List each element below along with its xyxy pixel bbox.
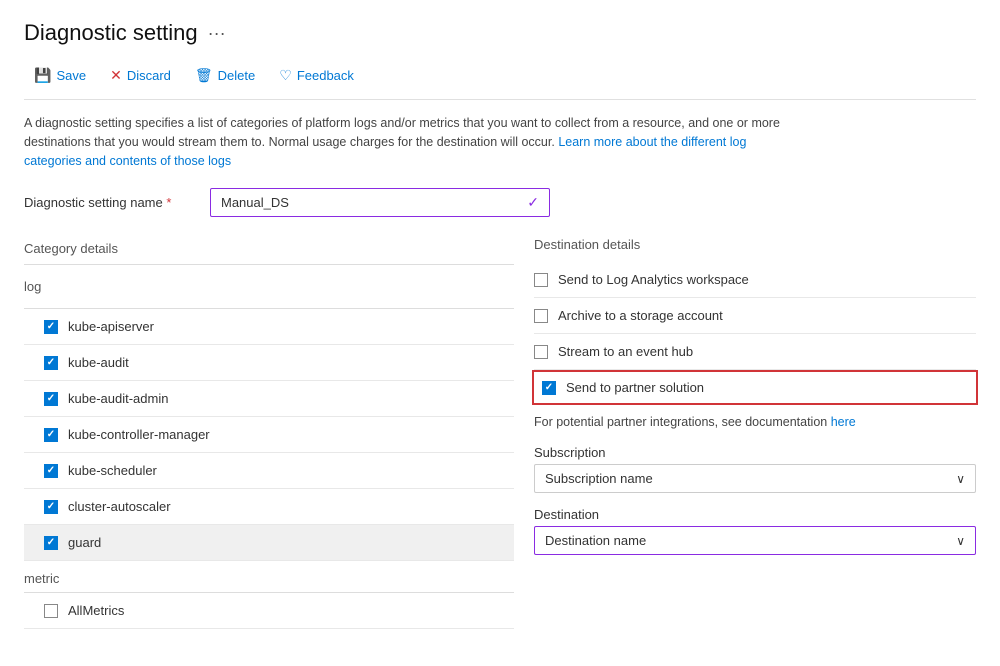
log-item-cluster-autoscaler[interactable]: cluster-autoscaler (24, 489, 514, 525)
checkbox-kube-controller-manager[interactable] (44, 428, 58, 442)
main-content: Category details log kube-apiserver kube… (24, 237, 976, 629)
subscription-label: Subscription (534, 445, 976, 460)
subscription-dropdown-arrow: ∨ (956, 472, 965, 486)
log-item-label: kube-audit-admin (68, 391, 168, 406)
metric-item-allmetrics[interactable]: AllMetrics (24, 593, 514, 629)
setting-name-value: Manual_DS (221, 195, 289, 210)
destination-dropdown[interactable]: Destination name ∨ (534, 526, 976, 555)
checkbox-log-analytics[interactable] (534, 273, 548, 287)
delete-icon: 🗑 (195, 67, 213, 84)
destination-label: Destination (534, 507, 976, 522)
log-item-kube-controller-manager[interactable]: kube-controller-manager (24, 417, 514, 453)
feedback-button[interactable]: ♡ Feedback (269, 62, 364, 89)
discard-label: Discard (127, 68, 171, 83)
destination-details-col: Destination details Send to Log Analytic… (514, 237, 976, 629)
metric-section: metric AllMetrics (24, 561, 514, 629)
destination-value: Destination name (545, 533, 646, 548)
log-item-label: kube-controller-manager (68, 427, 210, 442)
feedback-icon: ♡ (279, 67, 292, 84)
log-item-kube-audit-admin[interactable]: kube-audit-admin (24, 381, 514, 417)
page-title: Diagnostic setting (24, 20, 198, 46)
log-items-list: kube-apiserver kube-audit kube-audit-adm… (24, 309, 514, 561)
checkbox-cluster-autoscaler[interactable] (44, 500, 58, 514)
log-item-kube-audit[interactable]: kube-audit (24, 345, 514, 381)
destination-section-label: Destination details (534, 237, 976, 252)
checkbox-kube-audit-admin[interactable] (44, 392, 58, 406)
log-item-label: kube-audit (68, 355, 129, 370)
dest-item-label: Archive to a storage account (558, 308, 723, 323)
destination-dropdown-arrow: ∨ (956, 534, 965, 548)
setting-name-row: Diagnostic setting name * Manual_DS ✓ (24, 188, 976, 217)
checkbox-guard[interactable] (44, 536, 58, 550)
discard-icon: ✕ (110, 67, 122, 84)
check-icon: ✓ (527, 194, 539, 211)
dest-item-label: Stream to an event hub (558, 344, 693, 359)
dest-item-label: Send to Log Analytics workspace (558, 272, 749, 287)
dest-item-log-analytics[interactable]: Send to Log Analytics workspace (534, 262, 976, 298)
partner-doc-link[interactable]: here (831, 415, 856, 429)
dest-item-storage-account[interactable]: Archive to a storage account (534, 298, 976, 334)
toolbar: 💾 Save ✕ Discard 🗑 Delete ♡ Feedback (24, 62, 976, 100)
category-section-label: Category details (24, 241, 514, 256)
subscription-field: Subscription Subscription name ∨ (534, 445, 976, 493)
checkbox-allmetrics[interactable] (44, 604, 58, 618)
subscription-dropdown[interactable]: Subscription name ∨ (534, 464, 976, 493)
setting-name-label: Diagnostic setting name * (24, 195, 194, 210)
checkbox-kube-audit[interactable] (44, 356, 58, 370)
checkbox-event-hub[interactable] (534, 345, 548, 359)
delete-label: Delete (218, 68, 256, 83)
destination-field: Destination Destination name ∨ (534, 507, 976, 555)
log-item-kube-scheduler[interactable]: kube-scheduler (24, 453, 514, 489)
log-item-label: guard (68, 535, 101, 550)
category-details-col: Category details log kube-apiserver kube… (24, 237, 514, 629)
description-text: A diagnostic setting specifies a list of… (24, 114, 784, 170)
checkbox-storage-account[interactable] (534, 309, 548, 323)
log-item-kube-apiserver[interactable]: kube-apiserver (24, 309, 514, 345)
checkbox-kube-scheduler[interactable] (44, 464, 58, 478)
discard-button[interactable]: ✕ Discard (100, 62, 181, 89)
dest-item-label: Send to partner solution (566, 380, 704, 395)
checkbox-kube-apiserver[interactable] (44, 320, 58, 334)
log-item-guard[interactable]: guard (24, 525, 514, 561)
partner-note: For potential partner integrations, see … (534, 405, 976, 435)
log-section-label: log (24, 269, 514, 300)
metric-section-label: metric (24, 561, 514, 592)
dest-item-event-hub[interactable]: Stream to an event hub (534, 334, 976, 370)
setting-name-input[interactable]: Manual_DS ✓ (210, 188, 550, 217)
page-header: Diagnostic setting ··· (24, 20, 976, 46)
checkbox-partner-solution[interactable] (542, 381, 556, 395)
feedback-label: Feedback (297, 68, 354, 83)
dest-item-partner-solution[interactable]: Send to partner solution (532, 370, 978, 405)
log-item-label: kube-apiserver (68, 319, 154, 334)
save-icon: 💾 (34, 67, 51, 84)
more-options-icon[interactable]: ··· (208, 23, 226, 44)
metric-item-label: AllMetrics (68, 603, 124, 618)
subscription-value: Subscription name (545, 471, 653, 486)
save-label: Save (56, 68, 86, 83)
log-item-label: cluster-autoscaler (68, 499, 171, 514)
log-item-label: kube-scheduler (68, 463, 157, 478)
save-button[interactable]: 💾 Save (24, 62, 96, 89)
delete-button[interactable]: 🗑 Delete (185, 62, 265, 89)
